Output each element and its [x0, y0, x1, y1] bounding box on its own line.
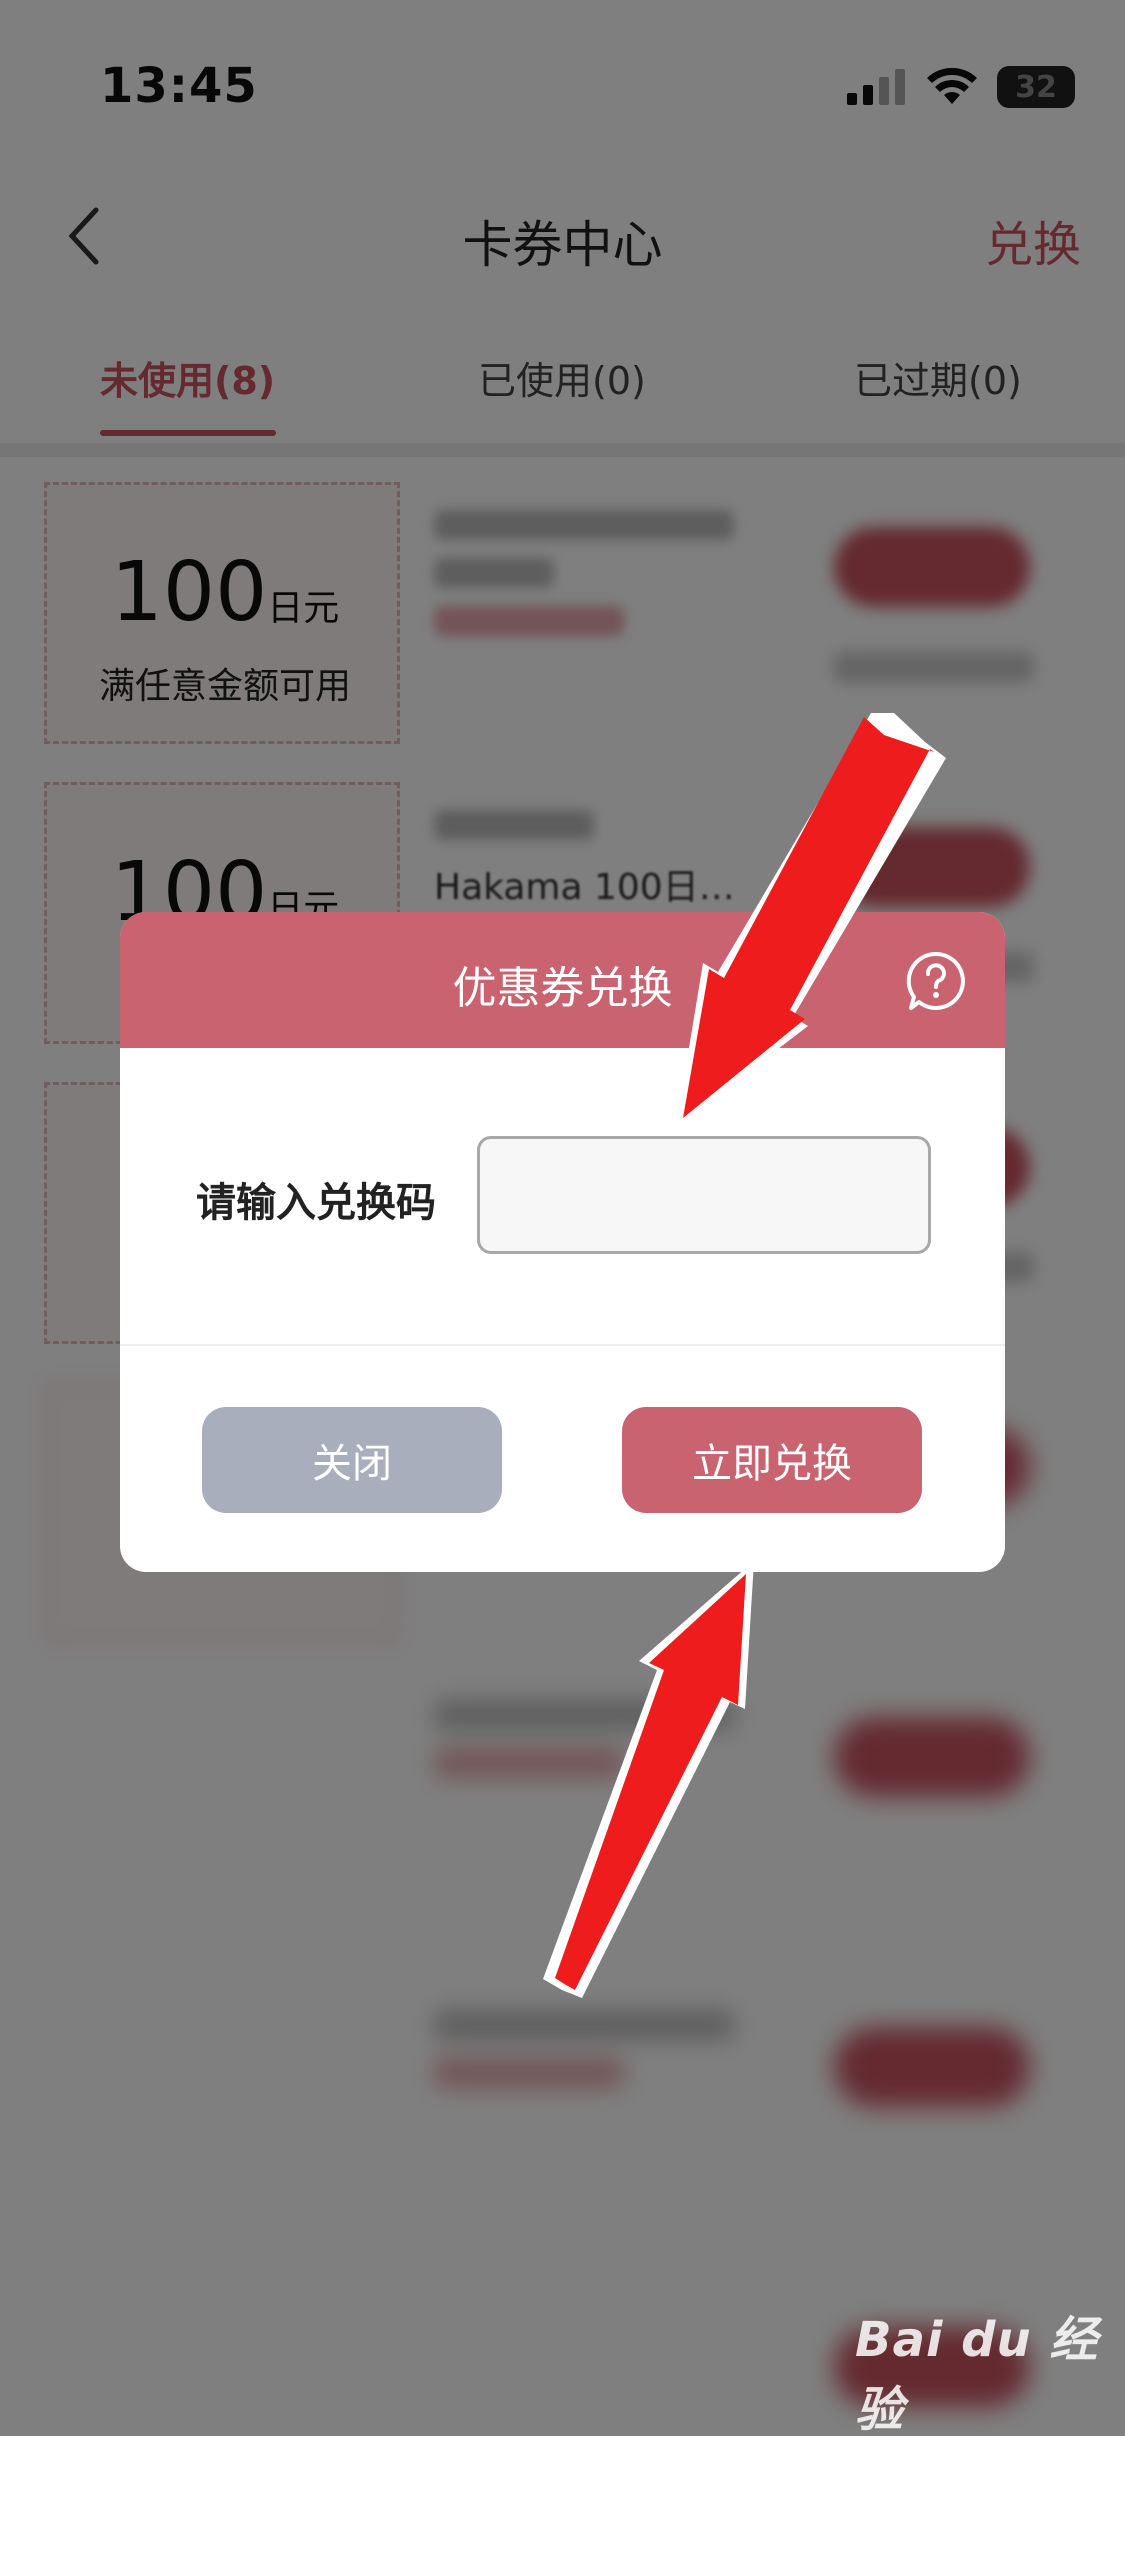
redeem-code-input[interactable] — [477, 1136, 931, 1254]
watermark-url: jingyan.baidu.com — [855, 2444, 1095, 2474]
watermark-brand: Bai du 经验 — [855, 2312, 1099, 2438]
question-bubble-icon[interactable] — [905, 950, 967, 1012]
close-button[interactable]: 关闭 — [202, 1407, 502, 1513]
redeem-code-label: 请输入兑换码 — [196, 1180, 436, 1226]
dialog-title: 优惠券兑换 — [452, 963, 673, 1014]
redeem-dialog: 优惠券兑换 请输入兑换码 关闭 立即兑换 — [120, 912, 1005, 1572]
dialog-header: 优惠券兑换 — [120, 912, 1005, 1048]
redeem-now-button[interactable]: 立即兑换 — [622, 1407, 922, 1513]
dialog-divider — [120, 1344, 1005, 1346]
baidu-jingyan-watermark: Bai du 经验 jingyan.baidu.com — [855, 2300, 1105, 2474]
